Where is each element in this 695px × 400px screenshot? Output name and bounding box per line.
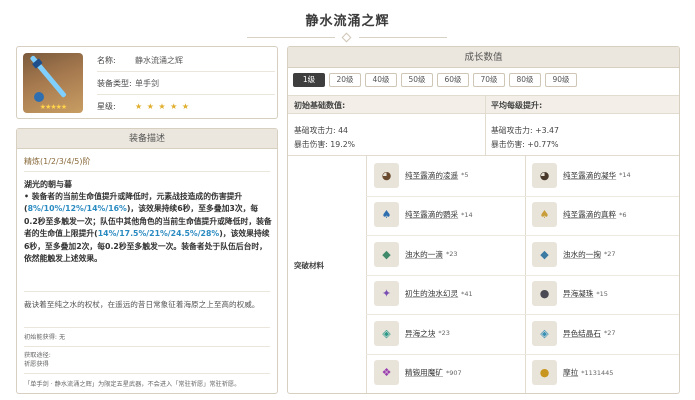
per-level-header: 平均每级提升: [491,101,543,110]
level-tab[interactable]: 1级 [293,73,325,87]
description-header: 装备描述 [17,129,277,149]
shell-icon: ◕ [532,162,557,188]
weapon-rarity-stars: ★★★★★ [39,103,67,111]
material-name[interactable]: 摩拉 [563,367,578,378]
obtain-value: 祈愿获得 [24,361,49,368]
crystal-icon: ◈ [532,320,557,346]
material-item[interactable]: ♠ 纯圣露滴的真粹 *6 [532,200,627,230]
mora-icon: ● [532,360,557,385]
weapon-image: ★★★★★ [23,53,83,113]
level-tab[interactable]: 50级 [401,73,433,87]
material-count: *27 [603,329,616,337]
level-tab[interactable]: 40级 [365,73,397,87]
passive-description: • 装备者的当前生命值提升或降低时，元素战技造成的伤害提升(8%/10%/12%… [24,192,272,264]
material-count: *23 [445,250,458,258]
ore-icon: ❖ [374,360,399,385]
material-item[interactable]: ◆ 浊水的一滴 *23 [374,239,458,269]
level-tab[interactable]: 20级 [329,73,361,87]
highlight-value: 8%/10%/12%/14%/16% [27,204,127,214]
weapon-type-label: 装备类型: [97,78,132,88]
material-name[interactable]: 浊水的一滴 [405,249,443,260]
weapon-name-row: 名称: 静水流涌之辉 [97,49,275,72]
weapon-type-value: 单手剑 [135,78,159,88]
material-item[interactable]: ● 摩拉 *1131445 [532,358,613,388]
crystal-icon: ◈ [374,320,399,346]
material-name[interactable]: 异海之块 [405,328,435,339]
material-item[interactable]: ◈ 异海之块 *23 [374,318,450,348]
material-name[interactable]: 异色结晶石 [563,328,601,339]
material-count: *1131445 [581,368,614,377]
base-stats-header: 初始基础数值: [294,101,346,110]
material-count: *23 [438,329,450,337]
material-item[interactable]: ◕ 纯圣露滴的凌遥 *5 [374,160,469,190]
level-tab[interactable]: 80级 [509,73,541,87]
material-item[interactable]: ❖ 精锻用魔矿 *907 [374,358,462,388]
description-panel: 装备描述 精炼(1/2/3/4/5)阶 湖光的朝与暮 • 装备者的当前生命值提升… [16,128,278,394]
level-tab[interactable]: 90级 [545,73,577,87]
material-item[interactable]: ◕ 纯圣露滴的凝华 *14 [532,160,631,190]
material-name[interactable]: 浊水的一掬 [563,249,601,260]
pearl-icon: ● [532,281,557,306]
material-name[interactable]: 初生的浊水幻灵 [405,288,458,299]
initial-source: 初始能获得: 无 [24,334,66,341]
growth-panel: 成长数值 1级 20级 40级 50级 60级 70级 80级 90级 初始基础数值: 平均每… [287,46,680,394]
refinement-levels: 精炼(1/2/3/4/5)阶 [24,157,91,166]
material-count: *14 [619,171,631,179]
passive-name: 湖光的朝与暮 [24,180,72,189]
stat-header-row: 初始基础数值: 平均每级提升: [288,95,679,114]
footnote: 「单手剑 · 静水流涌之辉」为限定五星武器，不会进入「常驻祈愿」常驻祈愿。 [24,381,241,388]
material-item[interactable]: ● 异海凝珠 *15 [532,279,608,309]
title-divider [247,32,447,43]
spirit-icon: ✦ [374,281,399,306]
shell-icon: ◕ [374,162,399,188]
base-atk: 基础攻击力: 44 [294,126,349,135]
level-tab[interactable]: 60级 [437,73,469,87]
weapon-info-card: ★★★★★ 名称: 静水流涌之辉 装备类型: 单手剑 星级: ★ ★ ★ ★ ★ [16,46,278,119]
material-count: *15 [596,289,608,298]
materials-label: 突破材料 [294,261,324,270]
per-level-crit-dmg: 暴击伤害: +0.77% [491,140,559,149]
weapon-type-row: 装备类型: 单手剑 [97,72,275,95]
material-name[interactable]: 精锻用魔矿 [405,367,443,378]
weapon-rarity-label: 星级: [97,102,116,111]
page-title: 静水流涌之辉 [305,14,390,29]
growth-header: 成长数值 [288,47,679,68]
bird-icon: ♠ [374,202,399,227]
material-name[interactable]: 异海凝珠 [563,288,593,299]
material-count: *14 [461,210,473,219]
bird-icon: ♠ [532,202,557,227]
material-item[interactable]: ♠ 纯圣露滴的鹦采 *14 [374,200,473,230]
material-name[interactable]: 纯圣露滴的凝华 [563,170,616,181]
material-name[interactable]: 纯圣露滴的真粹 [563,209,616,220]
material-name[interactable]: 纯圣露滴的凌遥 [405,170,458,181]
base-crit-dmg: 暴击伤害: 19.2% [294,140,356,149]
material-count: *5 [461,171,469,179]
material-name[interactable]: 纯圣露滴的鹦采 [405,209,458,220]
weapon-rarity-row: 星级: ★ ★ ★ ★ ★ [97,95,275,118]
level-tabs: 1级 20级 40级 50级 60级 70级 80级 90级 [293,73,577,87]
obtain-label: 获取途径: [24,352,51,359]
material-item[interactable]: ✦ 初生的浊水幻灵 *41 [374,279,473,309]
level-tab[interactable]: 70级 [473,73,505,87]
materials-section: 突破材料 ◕ 纯圣露滴的凌遥 *5 ◕ 纯圣露滴的凝华 *14 ♠ 纯圣露滴的鹦采 *14 ♠ 纯圣… [288,155,679,393]
highlight-value: 14%/17.5%/21%/24.5%/28% [97,229,220,239]
drop-icon: ◆ [532,241,557,267]
material-count: *27 [603,250,616,258]
weapon-name-label: 名称: [97,55,116,65]
weapon-rarity-value: ★ ★ ★ ★ ★ [135,102,191,111]
material-item[interactable]: ◆ 浊水的一掬 *27 [532,239,616,269]
material-count: *41 [461,289,473,298]
drop-icon: ◆ [374,241,399,267]
material-item[interactable]: ◈ 异色结晶石 *27 [532,318,616,348]
weapon-name-value: 静水流涌之辉 [135,55,183,65]
material-count: *6 [619,210,627,219]
lore-text: 裁诀着至纯之水的权杖，在遥远的昔日常象征着海原之上至高的权威。 [24,300,260,309]
per-level-atk: 基础攻击力: +3.47 [491,126,559,135]
material-count: *907 [445,368,462,377]
